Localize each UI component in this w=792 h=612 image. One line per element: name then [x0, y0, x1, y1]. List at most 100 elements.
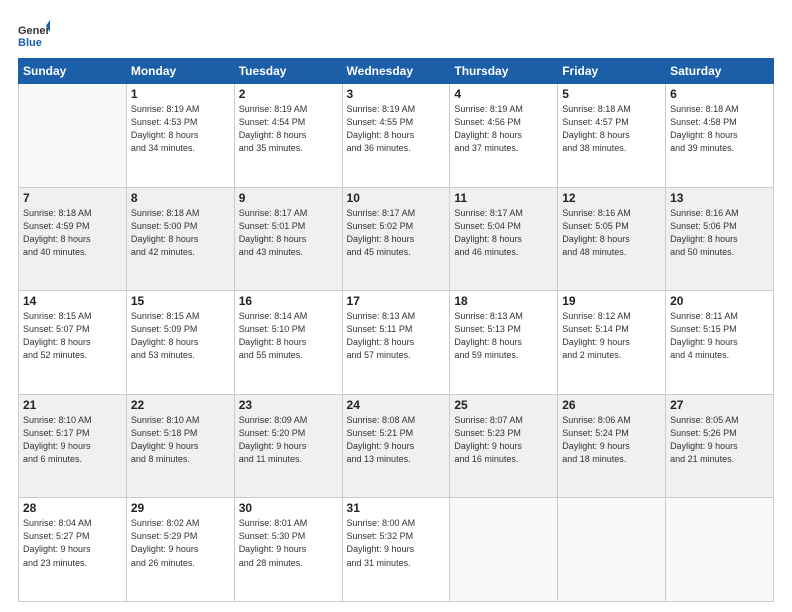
calendar-day-cell: 16 Sunrise: 8:14 AMSunset: 5:10 PMDayligh…	[234, 291, 342, 395]
day-number: 26	[562, 398, 661, 412]
day-number: 2	[239, 87, 338, 101]
day-info: Sunrise: 8:18 AMSunset: 5:00 PMDaylight:…	[131, 207, 230, 259]
day-number: 19	[562, 294, 661, 308]
day-info: Sunrise: 8:01 AMSunset: 5:30 PMDaylight:…	[239, 517, 338, 569]
weekday-header-cell: Monday	[126, 59, 234, 84]
calendar-day-cell: 2 Sunrise: 8:19 AMSunset: 4:54 PMDaylight…	[234, 84, 342, 188]
weekday-header-cell: Friday	[558, 59, 666, 84]
day-number: 25	[454, 398, 553, 412]
calendar-day-cell: 11 Sunrise: 8:17 AMSunset: 5:04 PMDayligh…	[450, 187, 558, 291]
day-info: Sunrise: 8:13 AMSunset: 5:13 PMDaylight:…	[454, 310, 553, 362]
day-info: Sunrise: 8:19 AMSunset: 4:54 PMDaylight:…	[239, 103, 338, 155]
weekday-header-row: SundayMondayTuesdayWednesdayThursdayFrid…	[19, 59, 774, 84]
day-info: Sunrise: 8:17 AMSunset: 5:04 PMDaylight:…	[454, 207, 553, 259]
day-number: 11	[454, 191, 553, 205]
calendar-day-cell: 1 Sunrise: 8:19 AMSunset: 4:53 PMDaylight…	[126, 84, 234, 188]
day-info: Sunrise: 8:18 AMSunset: 4:57 PMDaylight:…	[562, 103, 661, 155]
calendar-day-cell: 23 Sunrise: 8:09 AMSunset: 5:20 PMDayligh…	[234, 394, 342, 498]
calendar-day-cell	[19, 84, 127, 188]
day-info: Sunrise: 8:04 AMSunset: 5:27 PMDaylight:…	[23, 517, 122, 569]
calendar-week-row: 28 Sunrise: 8:04 AMSunset: 5:27 PMDayligh…	[19, 498, 774, 602]
day-number: 14	[23, 294, 122, 308]
day-number: 10	[347, 191, 446, 205]
calendar-day-cell: 12 Sunrise: 8:16 AMSunset: 5:05 PMDayligh…	[558, 187, 666, 291]
day-info: Sunrise: 8:14 AMSunset: 5:10 PMDaylight:…	[239, 310, 338, 362]
day-info: Sunrise: 8:19 AMSunset: 4:53 PMDaylight:…	[131, 103, 230, 155]
day-number: 27	[670, 398, 769, 412]
calendar-day-cell: 14Sunrise: 8:15 AMSunset: 5:07 PMDayligh…	[19, 291, 127, 395]
day-info: Sunrise: 8:13 AMSunset: 5:11 PMDaylight:…	[347, 310, 446, 362]
day-number: 3	[347, 87, 446, 101]
day-number: 5	[562, 87, 661, 101]
calendar-day-cell: 17 Sunrise: 8:13 AMSunset: 5:11 PMDayligh…	[342, 291, 450, 395]
calendar-week-row: 21Sunrise: 8:10 AMSunset: 5:17 PMDayligh…	[19, 394, 774, 498]
weekday-header-cell: Sunday	[19, 59, 127, 84]
day-number: 12	[562, 191, 661, 205]
logo-icon: General Blue	[18, 18, 50, 50]
day-number: 20	[670, 294, 769, 308]
day-number: 17	[347, 294, 446, 308]
day-number: 6	[670, 87, 769, 101]
calendar-day-cell	[450, 498, 558, 602]
calendar-day-cell: 13Sunrise: 8:16 AMSunset: 5:06 PMDayligh…	[666, 187, 774, 291]
calendar-day-cell: 7 Sunrise: 8:18 AMSunset: 4:59 PMDaylight…	[19, 187, 127, 291]
weekday-header-cell: Tuesday	[234, 59, 342, 84]
day-number: 7	[23, 191, 122, 205]
day-info: Sunrise: 8:16 AMSunset: 5:05 PMDaylight:…	[562, 207, 661, 259]
weekday-header-cell: Thursday	[450, 59, 558, 84]
day-info: Sunrise: 8:17 AMSunset: 5:01 PMDaylight:…	[239, 207, 338, 259]
day-number: 4	[454, 87, 553, 101]
calendar-day-cell: 27 Sunrise: 8:05 AMSunset: 5:26 PMDayligh…	[666, 394, 774, 498]
day-info: Sunrise: 8:18 AMSunset: 4:58 PMDaylight:…	[670, 103, 769, 155]
day-number: 13	[670, 191, 769, 205]
day-info: Sunrise: 8:09 AMSunset: 5:20 PMDaylight:…	[239, 414, 338, 466]
page: General Blue SundayMondayTuesdayWednesda…	[0, 0, 792, 612]
calendar-body: 1 Sunrise: 8:19 AMSunset: 4:53 PMDaylight…	[19, 84, 774, 602]
day-info: Sunrise: 8:17 AMSunset: 5:02 PMDaylight:…	[347, 207, 446, 259]
calendar-day-cell: 29 Sunrise: 8:02 AMSunset: 5:29 PMDayligh…	[126, 498, 234, 602]
calendar-day-cell: 18 Sunrise: 8:13 AMSunset: 5:13 PMDayligh…	[450, 291, 558, 395]
day-info: Sunrise: 8:07 AMSunset: 5:23 PMDaylight:…	[454, 414, 553, 466]
calendar-day-cell: 8Sunrise: 8:18 AMSunset: 5:00 PMDaylight…	[126, 187, 234, 291]
calendar-day-cell: 6 Sunrise: 8:18 AMSunset: 4:58 PMDaylight…	[666, 84, 774, 188]
day-info: Sunrise: 8:05 AMSunset: 5:26 PMDaylight:…	[670, 414, 769, 466]
weekday-header-cell: Wednesday	[342, 59, 450, 84]
day-info: Sunrise: 8:02 AMSunset: 5:29 PMDaylight:…	[131, 517, 230, 569]
day-info: Sunrise: 8:12 AMSunset: 5:14 PMDaylight:…	[562, 310, 661, 362]
day-number: 9	[239, 191, 338, 205]
calendar-day-cell: 3 Sunrise: 8:19 AMSunset: 4:55 PMDaylight…	[342, 84, 450, 188]
day-number: 28	[23, 501, 122, 515]
calendar-day-cell: 9 Sunrise: 8:17 AMSunset: 5:01 PMDaylight…	[234, 187, 342, 291]
calendar-day-cell: 31 Sunrise: 8:00 AMSunset: 5:32 PMDayligh…	[342, 498, 450, 602]
day-info: Sunrise: 8:10 AMSunset: 5:18 PMDaylight:…	[131, 414, 230, 466]
day-number: 23	[239, 398, 338, 412]
calendar-day-cell: 30 Sunrise: 8:01 AMSunset: 5:30 PMDayligh…	[234, 498, 342, 602]
day-info: Sunrise: 8:00 AMSunset: 5:32 PMDaylight:…	[347, 517, 446, 569]
calendar-day-cell: 20 Sunrise: 8:11 AMSunset: 5:15 PMDayligh…	[666, 291, 774, 395]
day-number: 15	[131, 294, 230, 308]
day-info: Sunrise: 8:19 AMSunset: 4:55 PMDaylight:…	[347, 103, 446, 155]
day-number: 18	[454, 294, 553, 308]
day-number: 31	[347, 501, 446, 515]
day-number: 16	[239, 294, 338, 308]
day-number: 29	[131, 501, 230, 515]
calendar-week-row: 7 Sunrise: 8:18 AMSunset: 4:59 PMDaylight…	[19, 187, 774, 291]
day-number: 30	[239, 501, 338, 515]
day-info: Sunrise: 8:18 AMSunset: 4:59 PMDaylight:…	[23, 207, 122, 259]
calendar-week-row: 14Sunrise: 8:15 AMSunset: 5:07 PMDayligh…	[19, 291, 774, 395]
calendar-week-row: 1 Sunrise: 8:19 AMSunset: 4:53 PMDaylight…	[19, 84, 774, 188]
calendar-day-cell: 10 Sunrise: 8:17 AMSunset: 5:02 PMDayligh…	[342, 187, 450, 291]
day-info: Sunrise: 8:15 AMSunset: 5:09 PMDaylight:…	[131, 310, 230, 362]
day-info: Sunrise: 8:19 AMSunset: 4:56 PMDaylight:…	[454, 103, 553, 155]
calendar-day-cell	[666, 498, 774, 602]
day-number: 1	[131, 87, 230, 101]
day-number: 24	[347, 398, 446, 412]
calendar-day-cell: 15 Sunrise: 8:15 AMSunset: 5:09 PMDayligh…	[126, 291, 234, 395]
logo: General Blue	[18, 18, 54, 50]
calendar-day-cell: 5 Sunrise: 8:18 AMSunset: 4:57 PMDaylight…	[558, 84, 666, 188]
day-info: Sunrise: 8:11 AMSunset: 5:15 PMDaylight:…	[670, 310, 769, 362]
svg-text:General: General	[18, 25, 50, 37]
calendar-day-cell: 19 Sunrise: 8:12 AMSunset: 5:14 PMDayligh…	[558, 291, 666, 395]
day-number: 21	[23, 398, 122, 412]
weekday-header-cell: Saturday	[666, 59, 774, 84]
